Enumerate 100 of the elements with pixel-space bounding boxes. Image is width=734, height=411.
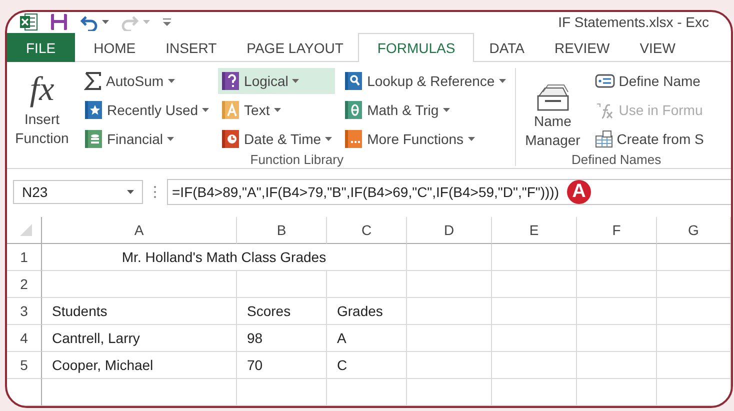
function-category-button[interactable]: Financial (81, 126, 212, 152)
caret-icon (442, 108, 450, 112)
empty-cell[interactable] (407, 325, 492, 352)
table-cell: Scores (247, 303, 291, 319)
function-category-button[interactable]: Recently Used (81, 97, 212, 124)
clock-book-icon (221, 129, 240, 150)
group-label: Defined Names (570, 152, 662, 168)
caret-icon (167, 137, 174, 142)
table-cell: Grades (337, 303, 383, 319)
ribbon-tab[interactable]: FORMULAS (358, 32, 474, 62)
function-category-button[interactable]: Math & Trig (341, 97, 509, 124)
table-cell: Cooper, Michael (52, 357, 154, 373)
column-header[interactable]: E (492, 217, 577, 244)
function-category-button[interactable]: Text (218, 97, 336, 124)
magnifier-book-icon (344, 71, 364, 92)
excel-icon (19, 13, 38, 32)
caret-icon (127, 190, 134, 194)
empty-cell[interactable] (577, 271, 657, 298)
empty-cell[interactable] (407, 379, 492, 406)
empty-cell[interactable] (577, 244, 657, 271)
ribbon-tab[interactable]: HOME (78, 32, 151, 62)
column-header[interactable]: F (577, 217, 657, 244)
empty-cell[interactable] (657, 298, 731, 325)
column-header[interactable]: C (327, 217, 407, 244)
caret-icon (168, 79, 175, 84)
table-icon (594, 130, 613, 148)
row-header[interactable]: 5 (7, 352, 42, 379)
empty-cell[interactable] (327, 379, 407, 406)
empty-cell[interactable] (237, 271, 327, 298)
function-category-button[interactable]: AutoSum (81, 68, 212, 94)
table-cell: Students (52, 303, 108, 319)
ribbon-tab[interactable]: REVIEW (539, 32, 625, 62)
empty-cell[interactable] (577, 298, 657, 325)
function-category-button[interactable]: Lookup & Reference (341, 68, 509, 94)
column-header[interactable]: D (407, 217, 492, 244)
table-cell: A (337, 330, 346, 346)
table-cell: 70 (247, 357, 263, 373)
ribbon-tab[interactable]: PAGE LAYOUT (232, 32, 358, 62)
formula-field[interactable]: =IF(B4>89,"A",IF(B4>79,"B",IF(B4>69,"C",IF(B4>59,"D","F")))) (172, 184, 559, 200)
function-category-button[interactable]: More Functions (341, 126, 509, 152)
caret-icon (202, 108, 210, 112)
column-header[interactable]: B (237, 217, 327, 244)
empty-cell[interactable] (577, 325, 657, 352)
empty-cell[interactable] (492, 379, 577, 406)
column-header[interactable]: A (42, 217, 237, 244)
row-header[interactable]: 4 (7, 325, 42, 352)
empty-cell[interactable] (327, 271, 407, 298)
row-header[interactable]: 2 (7, 271, 42, 298)
table-cell: 98 (247, 330, 263, 346)
select-all-corner[interactable] (7, 217, 42, 244)
empty-cell[interactable] (407, 244, 492, 271)
empty-cell[interactable] (577, 352, 657, 379)
empty-cell[interactable] (657, 325, 731, 352)
caret-icon (102, 20, 109, 24)
table-cell: C (337, 357, 348, 373)
function-category-button[interactable]: Date & Time (218, 126, 336, 152)
empty-cell[interactable] (657, 379, 731, 406)
ribbon-tab[interactable]: DATA (474, 32, 540, 62)
window-title: IF Statements.xlsx - Exc (558, 14, 709, 30)
sheet-title: Mr. Holland's Math Class Grades (122, 249, 326, 265)
caret-icon (274, 108, 281, 112)
star-book-icon (84, 100, 103, 120)
function-category-button[interactable]: Logical (218, 68, 336, 94)
redo-icon (121, 13, 139, 32)
row-header[interactable]: 3 (7, 298, 42, 325)
caret-icon (292, 79, 300, 84)
empty-cell[interactable] (492, 244, 577, 271)
undo-icon (80, 13, 98, 32)
empty-cell[interactable] (657, 271, 731, 298)
empty-cell[interactable] (577, 379, 657, 406)
empty-cell[interactable] (492, 298, 577, 325)
empty-cell[interactable] (42, 379, 237, 406)
ribbon-tab[interactable]: VIEW (624, 32, 690, 62)
callout-badge: A (567, 180, 591, 204)
file-tab[interactable]: FILE (7, 32, 75, 62)
name-manager-button[interactable]: Name Manager (520, 68, 586, 152)
empty-cell[interactable] (492, 325, 577, 352)
empty-cell[interactable] (657, 352, 731, 379)
theta-book-icon (344, 100, 364, 120)
table-cell: Cantrell, Larry (52, 330, 140, 346)
save-icon (50, 13, 68, 32)
name-box[interactable]: N23 (13, 180, 143, 204)
empty-cell[interactable] (237, 379, 327, 406)
text-book-icon (221, 100, 240, 120)
caret-icon (468, 137, 475, 142)
defined-name-button[interactable]: Create from S (592, 126, 707, 152)
defined-name-button[interactable]: Define Name (592, 68, 707, 94)
empty-cell[interactable] (407, 271, 492, 298)
empty-cell[interactable] (407, 352, 492, 379)
column-header[interactable]: G (657, 217, 731, 244)
fx-icon: fx (30, 70, 54, 110)
row-header[interactable]: 1 (7, 244, 42, 271)
dots-book-icon (344, 129, 364, 150)
insert-function-button[interactable]: fx Insert Function (9, 68, 75, 152)
empty-cell[interactable] (492, 271, 577, 298)
empty-cell[interactable] (407, 298, 492, 325)
caret-icon (498, 79, 506, 84)
empty-cell[interactable] (657, 244, 731, 271)
empty-cell[interactable] (492, 352, 577, 379)
ribbon-tab[interactable]: INSERT (150, 32, 232, 62)
